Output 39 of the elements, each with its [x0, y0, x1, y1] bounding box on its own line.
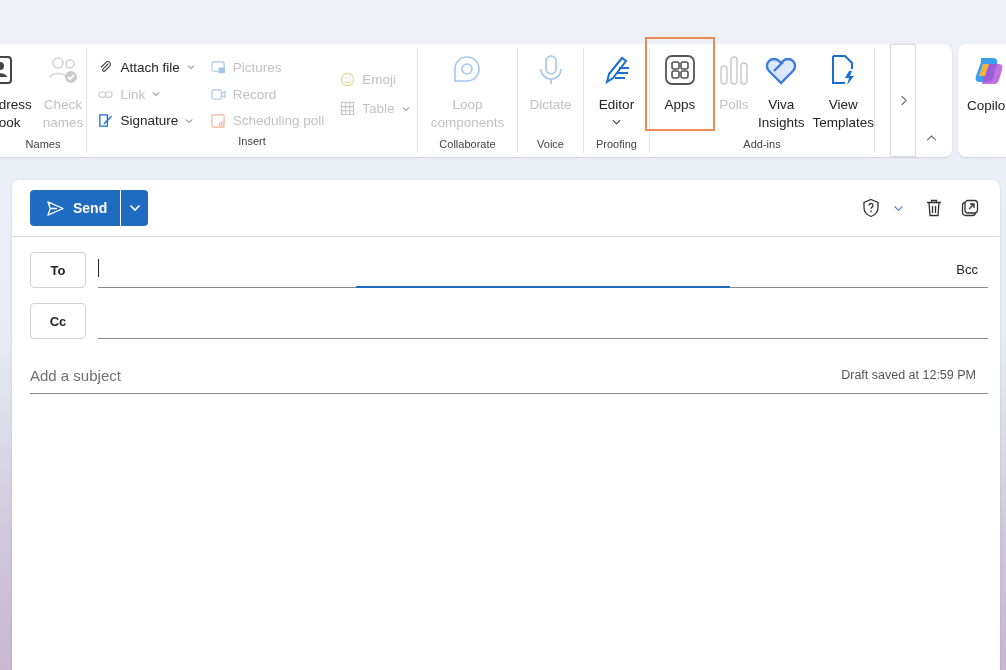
to-field[interactable]: Bcc [98, 251, 988, 288]
paperclip-icon [98, 59, 114, 75]
chevron-right-icon [899, 95, 907, 106]
caret-icon[interactable] [893, 204, 904, 212]
bcc-link[interactable]: Bcc [956, 261, 978, 277]
table-icon [340, 101, 356, 116]
group-label: Voice [537, 138, 564, 152]
group-label: Proofing [596, 138, 637, 152]
copilot-button[interactable]: Copilo [958, 44, 1006, 157]
picture-icon [210, 59, 226, 75]
ribbon-button[interactable]: Editor [594, 48, 639, 138]
ribbon-button[interactable]: Viva Insights [753, 48, 809, 138]
send-button[interactable]: Send [30, 190, 121, 226]
ribbon-button[interactable]: dress ook [0, 48, 39, 138]
video-icon [210, 86, 226, 102]
ribbon-button[interactable]: Signature [98, 107, 195, 134]
group-label: Collaborate [439, 138, 496, 152]
group-label: Insert [238, 135, 266, 149]
delete-icon[interactable] [924, 198, 944, 218]
chevron-up-icon [926, 135, 937, 142]
cc-button[interactable]: Cc [30, 303, 86, 339]
signature-icon [98, 113, 114, 129]
people-check-icon [47, 54, 79, 86]
caret-icon [128, 204, 141, 212]
send-options-button[interactable] [120, 190, 149, 226]
group-label: Add-ins [743, 138, 781, 152]
apps-grid-icon [663, 54, 696, 86]
smiley-icon [340, 72, 356, 87]
calendar-chart-icon [210, 113, 226, 129]
shield-question-icon[interactable] [861, 198, 881, 218]
ribbon-button[interactable]: View Templates [808, 48, 879, 138]
group-label: Names [25, 138, 61, 152]
ribbon-button[interactable]: Apps [645, 38, 714, 130]
send-icon [46, 198, 65, 218]
to-button[interactable]: To [30, 252, 86, 288]
ribbon-button[interactable]: Attach file [98, 54, 195, 81]
bar-chart-icon [717, 54, 750, 86]
draft-status: Draft saved at 12:59 PM [841, 368, 976, 382]
pop-out-icon[interactable] [960, 198, 980, 218]
